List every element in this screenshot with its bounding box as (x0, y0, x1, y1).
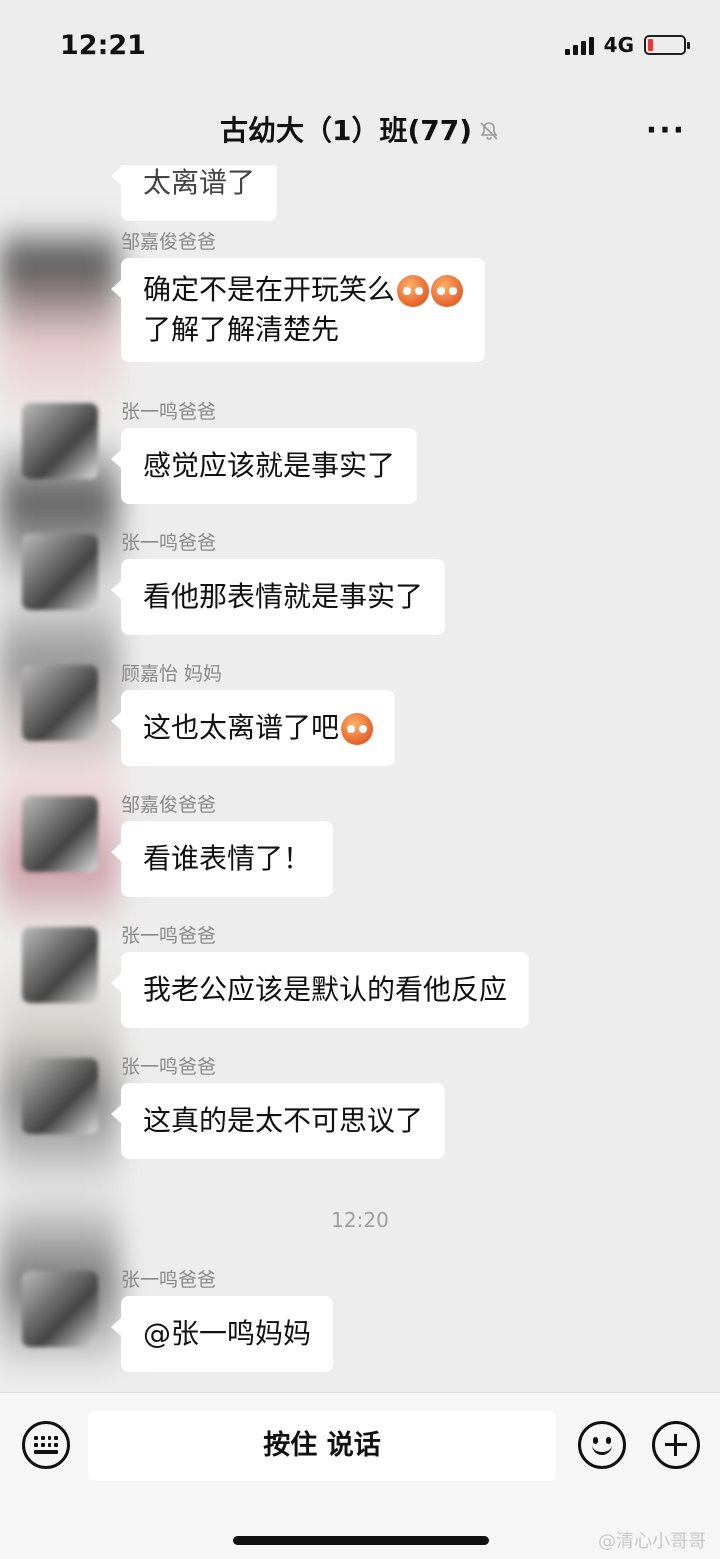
message-bubble[interactable]: 这真的是太不可思议了 (110, 1083, 446, 1159)
chat-messages[interactable]: 太离谱了 邹嘉俊爸爸 确定不是在开玩笑么 了解了解清楚先 张一鸣爸爸 感觉应该就… (0, 165, 720, 1392)
message-bubble[interactable]: 看谁表情了！ (110, 821, 334, 897)
message-text: 这真的是太不可思议了 (143, 1104, 424, 1137)
message-bubble[interactable]: 确定不是在开玩笑么 了解了解清楚先 (110, 258, 486, 362)
message-text: 感觉应该就是事实了 (143, 449, 396, 482)
message-bubble[interactable]: 感觉应该就是事实了 (110, 428, 418, 504)
watermark: @清心小哥哥 (598, 1531, 706, 1552)
avatar[interactable] (22, 927, 98, 1003)
message-text: 了解了解清楚先 (143, 313, 340, 346)
message-sender: 邹嘉俊爸爸 (121, 231, 217, 253)
bell-muted-icon (478, 116, 500, 149)
avatar[interactable] (22, 1271, 98, 1347)
message-sender: 张一鸣爸爸 (121, 1056, 217, 1078)
message-bubble[interactable]: 太离谱了 (110, 165, 278, 221)
message-sender: 张一鸣爸爸 (121, 532, 217, 554)
status-time: 12:21 (60, 30, 146, 61)
message-text: @张一鸣妈妈 (143, 1317, 312, 1350)
battery-icon (644, 35, 690, 55)
emoji-icon (431, 275, 464, 307)
message-text: 我老公应该是默认的看他反应 (143, 973, 508, 1006)
message-bubble[interactable]: 看他那表情就是事实了 (110, 559, 446, 635)
keyboard-icon[interactable] (22, 1421, 70, 1469)
message-text: 看谁表情了！ (143, 842, 312, 875)
network-type: 4G (603, 33, 634, 57)
message-sender: 邹嘉俊爸爸 (121, 794, 217, 816)
message-sender: 张一鸣爸爸 (121, 925, 217, 947)
avatar[interactable] (22, 1058, 98, 1134)
message-bubble[interactable]: @张一鸣妈妈 (110, 1296, 334, 1372)
message-text: 看他那表情就是事实了 (143, 580, 424, 613)
bottom-area: @清心小哥哥 (0, 1500, 720, 1559)
status-bar: 12:21 4G (0, 0, 720, 95)
avatar[interactable] (22, 534, 98, 610)
message-bubble[interactable]: 我老公应该是默认的看他反应 (110, 952, 530, 1028)
avatar[interactable] (22, 665, 98, 741)
emoji-icon (397, 275, 430, 307)
avatar[interactable] (22, 403, 98, 479)
emoji-icon (341, 713, 374, 745)
message-text: 这也太离谱了吧 (143, 711, 340, 744)
input-bar: 按住 说话 (0, 1392, 720, 1500)
hold-to-talk-button[interactable]: 按住 说话 (88, 1411, 556, 1481)
status-indicators: 4G (564, 33, 690, 57)
chat-title: 古幼大（1）班(77) (219, 114, 473, 147)
message-sender: 张一鸣爸爸 (121, 1269, 217, 1291)
avatar[interactable] (22, 796, 98, 872)
time-separator: 12:20 (331, 1208, 389, 1232)
message-bubble[interactable]: 这也太离谱了吧 (110, 690, 396, 766)
message-sender: 张一鸣爸爸 (121, 401, 217, 423)
plus-icon[interactable] (652, 1421, 700, 1469)
chat-title-wrap[interactable]: 古幼大（1）班(77) (0, 109, 720, 149)
message-text: 太离谱了 (143, 166, 256, 199)
message-text: 确定不是在开玩笑么 (143, 273, 396, 306)
home-indicator[interactable] (233, 1536, 489, 1545)
emoji-button-icon[interactable] (578, 1421, 626, 1469)
message-sender: 顾嘉怡 妈妈 (121, 663, 223, 685)
chat-header: 古幼大（1）班(77) ··· (0, 95, 720, 165)
more-options-icon[interactable]: ··· (646, 113, 686, 148)
signal-icon (564, 35, 594, 55)
